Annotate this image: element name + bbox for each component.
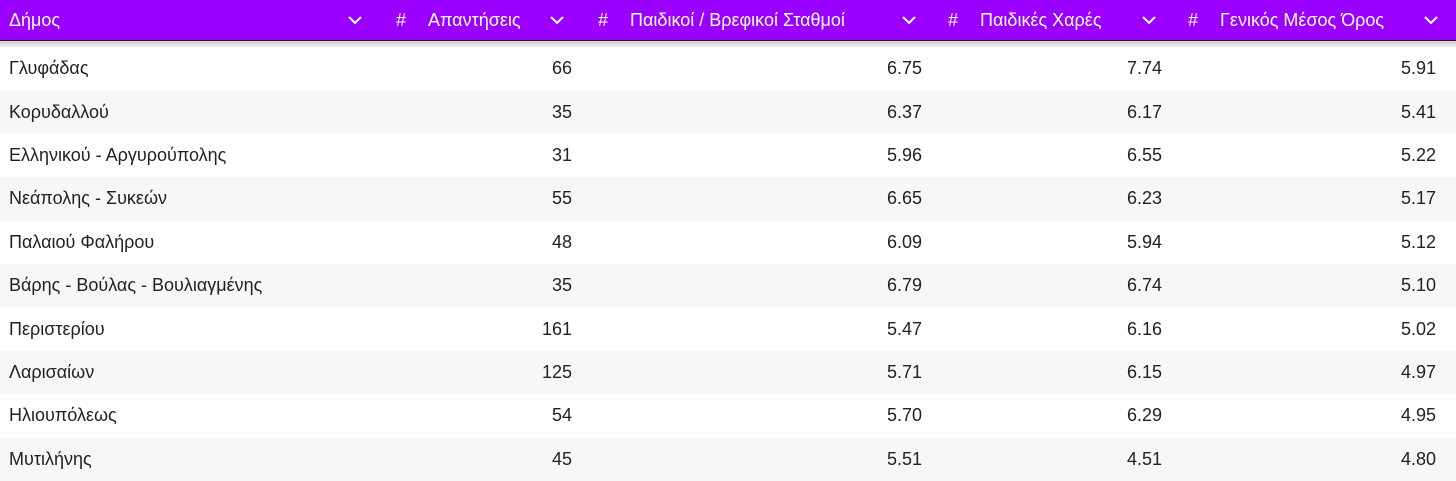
table-row[interactable]: Ηλιουπόλεως 54 5.70 6.29 4.95 [0, 394, 1456, 438]
responses-cell: 45 [551, 448, 572, 469]
responses-cell: 125 [541, 361, 572, 382]
nurseries-cell: 5.47 [886, 318, 922, 339]
nurseries-cell: 6.09 [886, 231, 922, 252]
column-label: Απαντήσεις [428, 9, 521, 30]
playgrounds-cell: 6.17 [1126, 101, 1162, 122]
playgrounds-cell: 6.23 [1126, 188, 1162, 209]
municipality-cell: Ελληνικού - Αργυρούπολης [9, 144, 227, 165]
playgrounds-cell: 4.51 [1126, 448, 1162, 469]
chevron-down-icon[interactable] [1140, 11, 1158, 29]
column-label: Δήμος [9, 9, 61, 30]
responses-cell: 31 [551, 144, 572, 165]
overall-average-cell: 4.80 [1400, 448, 1436, 469]
column-header-overall-average[interactable]: # Γενικός Μέσος Όρος [1170, 0, 1456, 40]
nurseries-cell: 5.70 [886, 405, 922, 426]
responses-cell: 55 [551, 188, 572, 209]
overall-average-cell: 5.02 [1400, 318, 1436, 339]
municipality-cell: Περιστερίου [9, 318, 105, 339]
chevron-down-icon[interactable] [900, 11, 918, 29]
column-label: Παιδικές Χαρές [980, 9, 1102, 30]
column-label: Γενικός Μέσος Όρος [1220, 9, 1385, 30]
numeric-column-icon: # [598, 9, 609, 30]
table-row[interactable]: Λαρισαίων 125 5.71 6.15 4.97 [0, 350, 1456, 395]
chevron-down-icon[interactable] [1422, 11, 1440, 29]
overall-average-cell: 5.91 [1400, 58, 1436, 79]
municipality-cell: Παλαιού Φαλήρου [9, 231, 155, 252]
municipality-cell: Μυτιλήνης [9, 448, 92, 469]
playgrounds-cell: 5.94 [1126, 231, 1162, 252]
playgrounds-cell: 6.16 [1126, 318, 1162, 339]
column-header-nurseries[interactable]: # Παιδικοί / Βρεφικοί Σταθμοί [580, 0, 930, 40]
nurseries-cell: 6.75 [886, 58, 922, 79]
overall-average-cell: 5.17 [1400, 188, 1436, 209]
playgrounds-cell: 7.74 [1126, 58, 1162, 79]
responses-cell: 54 [551, 405, 572, 426]
playgrounds-cell: 6.74 [1126, 275, 1162, 296]
numeric-column-icon: # [1188, 9, 1199, 30]
overall-average-cell: 4.97 [1400, 361, 1436, 382]
playgrounds-cell: 6.15 [1126, 361, 1162, 382]
overall-average-cell: 5.22 [1400, 144, 1436, 165]
table-row[interactable]: Βάρης - Βούλας - Βουλιαγμένης 35 6.79 6.74 5… [0, 263, 1456, 308]
table-header: Δήμος # Απαντήσεις # Παιδικοί / Βρεφικοί… [0, 0, 1456, 41]
nurseries-cell: 6.37 [886, 101, 922, 122]
chevron-down-icon[interactable] [548, 11, 566, 29]
responses-cell: 48 [551, 231, 572, 252]
municipality-cell: Βάρης - Βούλας - Βουλιαγμένης [9, 275, 263, 296]
overall-average-cell: 4.95 [1400, 405, 1436, 426]
numeric-column-icon: # [396, 9, 407, 30]
nurseries-cell: 5.71 [886, 361, 922, 382]
municipality-cell: Νεάπολης - Συκεών [9, 188, 167, 209]
table-row[interactable]: Νεάπολης - Συκεών 55 6.65 6.23 5.17 [0, 177, 1456, 221]
nurseries-cell: 5.96 [886, 144, 922, 165]
municipality-cell: Γλυφάδας [9, 58, 89, 79]
overall-average-cell: 5.41 [1400, 101, 1436, 122]
nurseries-cell: 5.51 [886, 448, 922, 469]
data-table: Δήμος # Απαντήσεις # Παιδικοί / Βρεφικοί… [0, 0, 1456, 481]
table-row[interactable]: Γλυφάδας 66 6.75 7.74 5.91 [0, 47, 1456, 91]
municipality-cell: Κορυδαλλού [9, 101, 109, 122]
column-header-municipality[interactable]: Δήμος [0, 0, 380, 40]
table-row[interactable]: Ελληνικού - Αργυρούπολης 31 5.96 6.55 5.22 [0, 133, 1456, 178]
table-row[interactable]: Μυτιλήνης 45 5.51 4.51 4.80 [0, 437, 1456, 481]
responses-cell: 161 [541, 318, 572, 339]
municipality-cell: Ηλιουπόλεως [9, 405, 117, 426]
numeric-column-icon: # [948, 9, 959, 30]
table-row[interactable]: Περιστερίου 161 5.47 6.16 5.02 [0, 307, 1456, 351]
table-body: Γλυφάδας 66 6.75 7.74 5.91 Κορυδαλλού 35 6.37 6.… [0, 47, 1456, 481]
overall-average-cell: 5.12 [1400, 231, 1436, 252]
playgrounds-cell: 6.55 [1126, 144, 1162, 165]
column-label: Παιδικοί / Βρεφικοί Σταθμοί [630, 9, 845, 30]
table-row[interactable]: Παλαιού Φαλήρου 48 6.09 5.94 5.12 [0, 220, 1456, 264]
chevron-down-icon[interactable] [346, 11, 364, 29]
nurseries-cell: 6.65 [886, 188, 922, 209]
responses-cell: 66 [551, 58, 572, 79]
responses-cell: 35 [551, 275, 572, 296]
table-row[interactable]: Κορυδαλλού 35 6.37 6.17 5.41 [0, 90, 1456, 134]
column-header-playgrounds[interactable]: # Παιδικές Χαρές [930, 0, 1170, 40]
municipality-cell: Λαρισαίων [9, 361, 95, 382]
column-header-responses[interactable]: # Απαντήσεις [380, 0, 580, 40]
responses-cell: 35 [551, 101, 572, 122]
overall-average-cell: 5.10 [1400, 275, 1436, 296]
playgrounds-cell: 6.29 [1126, 405, 1162, 426]
nurseries-cell: 6.79 [886, 275, 922, 296]
